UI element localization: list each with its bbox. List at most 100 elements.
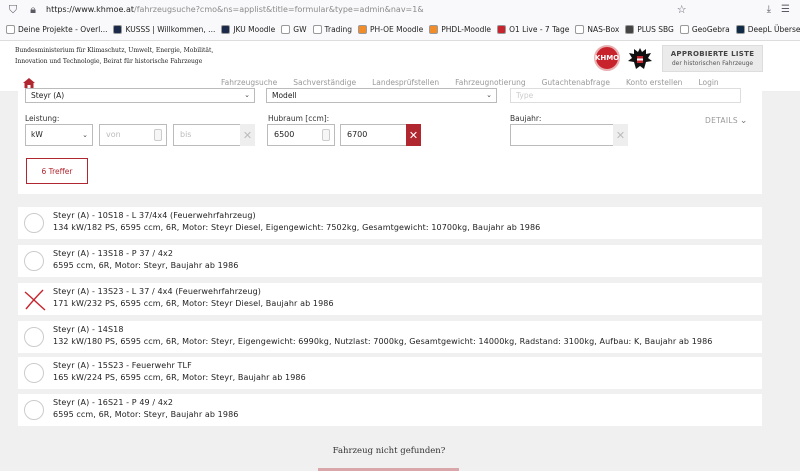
shield-icon[interactable]: ⛉	[6, 3, 20, 17]
bookmark-label: Trading	[324, 25, 353, 34]
spinner-icon[interactable]	[322, 129, 330, 141]
bookmark-item[interactable]: PHDL-Moodle	[429, 25, 491, 34]
download-icon[interactable]: ⤓	[767, 4, 771, 15]
bookmarks-bar: Deine Projekte - Overl... KUSSS | Willkom…	[0, 19, 800, 41]
bookmark-item[interactable]: NAS-Box	[575, 25, 619, 34]
bookmark-label: O1 Live - 7 Tage	[509, 25, 570, 34]
vehicle-not-found-link[interactable]: Fahrzeug nicht gefunden?	[0, 446, 778, 456]
type-select[interactable]: Type	[510, 88, 741, 103]
bookmark-favicon-icon	[358, 25, 368, 34]
result-title: Steyr (A) - 15S23 - Feuerwehr TLF	[53, 361, 192, 370]
browser-url-bar: ⛉ 🔒︎ https://www.khmoe.at/fahrzeugsuche?…	[0, 0, 800, 19]
bookmark-item[interactable]: PH-OE Moodle	[358, 25, 423, 34]
displacement-to-value: 6700	[347, 130, 368, 139]
bookmark-item[interactable]: O1 Live - 7 Tage	[497, 25, 569, 34]
checked-cross-icon[interactable]	[22, 287, 48, 313]
details-label: DETAILS	[705, 116, 738, 125]
site-header: Bundesministerium für Klimaschutz, Umwel…	[0, 41, 800, 75]
power-unit-value: kW	[31, 130, 43, 139]
bookmark-label: GeoGebra	[691, 25, 730, 34]
bookmark-item[interactable]: GW	[281, 25, 307, 34]
bookmark-label: PLUS SBG	[637, 25, 674, 34]
model-select[interactable]: Modell ⌄	[266, 88, 497, 103]
bookmark-favicon-icon	[497, 25, 507, 34]
approved-list-subtitle: der historischen Fahrzeuge	[671, 60, 754, 67]
bookmark-label: JKU Moodle	[233, 25, 276, 34]
result-row[interactable]: Steyr (A) - 14S18 132 kW/180 PS, 6595 ccm…	[18, 321, 762, 353]
chevron-down-icon: ⌄	[739, 116, 748, 126]
select-radio[interactable]	[24, 251, 44, 271]
lock-icon[interactable]: 🔒︎	[26, 3, 40, 17]
nav-item[interactable]: Gutachtenabfrage	[542, 78, 610, 87]
result-description: 6595 ccm, 6R, Motor: Steyr, Baujahr ab 1…	[53, 261, 239, 270]
bookmark-item[interactable]: KUSSS | Willkommen, ...	[113, 25, 215, 34]
bookmark-favicon-icon	[679, 25, 689, 34]
bookmark-favicon-icon	[625, 25, 635, 34]
build-year-input[interactable]	[510, 124, 614, 146]
power-from-input[interactable]: von	[99, 124, 167, 146]
result-description: 171 kW/232 PS, 6595 ccm, 6R, Motor: Stey…	[53, 299, 334, 308]
bookmark-item[interactable]: JKU Moodle	[221, 25, 275, 34]
bookmark-item[interactable]: Deine Projekte - Overl...	[6, 25, 107, 34]
chevron-down-icon: ⌄	[486, 91, 492, 99]
result-row[interactable]: Steyr (A) - 10S18 - L 37/4x4 (Feuerwehrf…	[18, 207, 762, 239]
details-toggle[interactable]: DETAILS ⌄	[705, 116, 748, 126]
result-title: Steyr (A) - 16S21 - P 49 / 4x2	[53, 398, 174, 407]
make-select[interactable]: Steyr (A) ⌄	[25, 88, 255, 103]
bookmark-favicon-icon	[429, 25, 439, 34]
close-icon: ✕	[408, 128, 419, 142]
bookmark-label: Deine Projekte - Overl...	[18, 25, 108, 34]
select-radio[interactable]	[24, 213, 44, 233]
spinner-icon[interactable]	[154, 129, 162, 141]
result-row[interactable]: Steyr (A) - 13S23 - L 37 / 4x4 (Feuerweh…	[18, 283, 762, 315]
nav-item[interactable]: Konto erstellen	[626, 78, 683, 87]
select-radio[interactable]	[24, 363, 44, 383]
result-row[interactable]: Steyr (A) - 15S23 - Feuerwehr TLF 165 kW/…	[18, 357, 762, 389]
nav-item[interactable]: Login	[698, 78, 718, 87]
bookmark-favicon-icon	[113, 25, 123, 34]
bookmark-label: DeepL Übersetzer - De...	[747, 25, 800, 34]
bookmark-item[interactable]: DeepL Übersetzer - De...	[735, 25, 800, 34]
extensions-icon[interactable]: ☰	[781, 4, 790, 15]
address-field[interactable]: https://www.khmoe.at/fahrzeugsuche?cmo&n…	[46, 5, 677, 14]
ministry-line-2: Innovation und Technologie, Beirat für h…	[15, 57, 203, 65]
bookmark-star-icon[interactable]: ☆	[677, 3, 687, 16]
result-row[interactable]: Steyr (A) - 13S18 - P 37 / 4x2 6595 ccm, …	[18, 245, 762, 277]
result-description: 132 kW/180 PS, 6595 ccm, 6R, Motor: Stey…	[53, 337, 713, 346]
clear-power-button[interactable]: ✕	[240, 124, 255, 146]
bookmark-item[interactable]: Trading	[312, 25, 353, 34]
model-select-value: Modell	[272, 91, 297, 100]
result-row[interactable]: Steyr (A) - 16S21 - P 49 / 4x2 6595 ccm, …	[18, 394, 762, 426]
approved-list-button[interactable]: APPROBIERTE LISTE der historischen Fahrz…	[662, 45, 763, 72]
results-count-button[interactable]: 6 Treffer	[26, 158, 88, 184]
result-title: Steyr (A) - 13S23 - L 37 / 4x4 (Feuerweh…	[53, 287, 261, 296]
bookmark-label: NAS-Box	[587, 25, 620, 34]
nav-item[interactable]: Landesprüfstellen	[372, 78, 439, 87]
result-description: 165 kW/224 PS, 6595 ccm, 6R, Motor: Stey…	[53, 373, 306, 382]
bookmark-label: GW	[293, 25, 307, 34]
nav-item[interactable]: Fahrzeugsuche	[221, 78, 277, 87]
result-title: Steyr (A) - 14S18	[53, 325, 124, 334]
bookmark-item[interactable]: PLUS SBG	[625, 25, 674, 34]
nav-item[interactable]: Fahrzeugnotierung	[455, 78, 525, 87]
result-title: Steyr (A) - 13S18 - P 37 / 4x2	[53, 249, 174, 258]
displacement-from-input[interactable]: 6500	[267, 124, 335, 146]
select-radio[interactable]	[24, 327, 44, 347]
bookmark-item[interactable]: GeoGebra	[679, 25, 730, 34]
khmo-logo[interactable]: KHMO	[594, 45, 620, 71]
leistung-label: Leistung:	[25, 114, 60, 123]
approved-list-title: APPROBIERTE LISTE	[670, 50, 755, 58]
power-to-input[interactable]: bis	[173, 124, 241, 146]
select-radio[interactable]	[24, 400, 44, 420]
ministry-name: Bundesministerium für Klimaschutz, Umwel…	[15, 46, 235, 67]
close-icon: ✕	[615, 128, 626, 142]
bookmark-label: KUSSS | Willkommen, ...	[125, 25, 216, 34]
make-select-value: Steyr (A)	[31, 91, 65, 100]
clear-build-year-button[interactable]: ✕	[613, 124, 628, 146]
power-unit-select[interactable]: kW ⌄	[25, 124, 93, 146]
nav-item[interactable]: Sachverständige	[293, 78, 356, 87]
type-select-placeholder: Type	[516, 91, 534, 100]
clear-displacement-button[interactable]: ✕	[406, 124, 421, 146]
result-title: Steyr (A) - 10S18 - L 37/4x4 (Feuerwehrf…	[53, 211, 256, 220]
displacement-to-input[interactable]: 6700	[340, 124, 408, 146]
